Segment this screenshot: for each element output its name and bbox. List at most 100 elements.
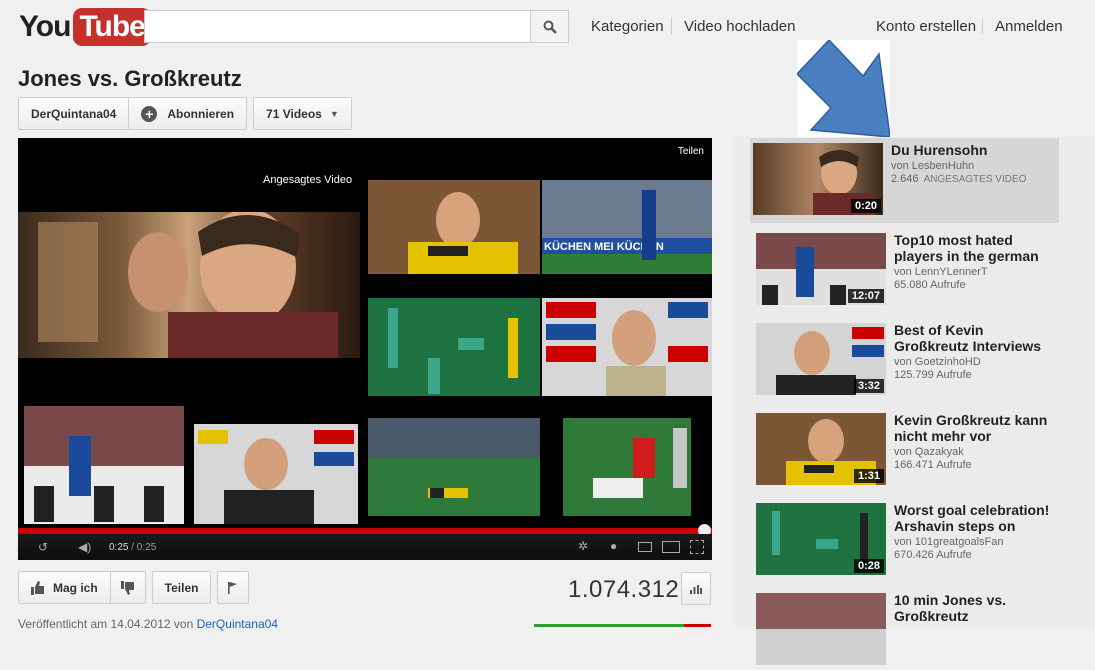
share-button[interactable]: Teilen <box>151 571 212 604</box>
duration-badge: 0:20 <box>850 199 881 213</box>
like-button[interactable]: Mag ich <box>18 571 110 604</box>
related-tile-foul[interactable] <box>368 418 540 516</box>
categories-link[interactable]: Kategorien <box>591 18 664 35</box>
featured-tag: ANGESAGTES VIDEO <box>923 174 1027 185</box>
uploader-link[interactable]: DerQuintana04 <box>197 617 278 631</box>
video-title[interactable]: Best of Kevin Großkreutz Interviews <box>894 322 1059 354</box>
related-tile-laughing[interactable] <box>368 180 540 274</box>
time-display: 0:25 / 0:25 <box>109 542 156 553</box>
related-tile-schalke[interactable]: KÜCHEN MEI KÜCHEN <box>542 180 712 274</box>
video-thumbnail: 12:07 <box>756 233 886 305</box>
related-video-item[interactable]: 12:07 Top10 most hated players in the ge… <box>753 228 1059 310</box>
masthead: You Tube Kategorien Video hochladen Kont… <box>0 0 1095 56</box>
player-laughing-image <box>368 180 540 274</box>
time-total: / 0:25 <box>131 542 157 553</box>
replay-icon[interactable]: ↺ <box>38 540 48 554</box>
published-info: Veröffentlicht am 14.04.2012 von DerQuin… <box>18 617 278 631</box>
video-player[interactable]: Teilen Angesagtes Video KÜCHEN MEI KÜCHE… <box>18 138 712 560</box>
player-share-link[interactable]: Teilen <box>678 146 704 157</box>
related-tile-hertha[interactable] <box>24 406 184 524</box>
channel-name-button[interactable]: DerQuintana04 <box>18 97 129 130</box>
gear-icon[interactable]: ✲ <box>578 539 588 553</box>
video-title: Jones vs. Großkreutz <box>18 66 242 91</box>
video-author: von 101greatgoalsFan <box>894 536 1004 548</box>
video-title[interactable]: 10 min Jones vs. Großkreutz <box>894 592 1059 624</box>
search-button[interactable] <box>530 10 569 43</box>
related-video-item[interactable]: 1:31 Kevin Großkreutz kann nicht mehr vo… <box>753 408 1059 490</box>
subscribe-label: Abonnieren <box>167 106 235 121</box>
video-title[interactable]: Kevin Großkreutz kann nicht mehr vor <box>894 412 1059 444</box>
time-current: 0:25 <box>109 542 129 553</box>
fullscreen-icon[interactable] <box>690 540 704 554</box>
video-thumbnail: 1:31 <box>756 413 886 485</box>
plus-icon: + <box>141 105 158 122</box>
dislike-button[interactable] <box>109 571 146 604</box>
annotations-icon[interactable]: ● <box>610 539 617 553</box>
related-tile-grosskreutz-interview[interactable] <box>194 424 358 524</box>
player-controls: ↺ ◀) 0:25 / 0:25 ✲ ● <box>18 534 712 560</box>
related-tile-interview[interactable] <box>542 298 712 396</box>
like-label: Mag ich <box>53 580 98 595</box>
video-thumbnail: 3:32 <box>756 323 886 395</box>
duration-badge: 0:28 <box>853 559 884 573</box>
duration-badge: 1:31 <box>853 469 884 483</box>
video-author: von LesbenHuhn <box>891 160 975 172</box>
video-thumbnail: 0:28 <box>756 503 886 575</box>
subscribe-button[interactable]: + Abonnieren <box>128 97 248 130</box>
search-input[interactable] <box>144 10 530 43</box>
interview-image <box>194 424 358 524</box>
upload-link[interactable]: Video hochladen <box>684 18 796 35</box>
video-info: Du Hurensohn von LesbenHuhn 2.646 ANGESA… <box>891 142 1056 185</box>
large-player-icon[interactable] <box>662 541 680 553</box>
pitch-players-image <box>368 298 540 396</box>
featured-video-tile[interactable] <box>18 212 360 358</box>
stadium-image: KÜCHEN MEI KÜCHEN <box>542 180 712 274</box>
flag-button[interactable] <box>217 571 250 604</box>
duration-badge: 3:32 <box>853 379 884 393</box>
related-video-item[interactable]: 0:20 Du Hurensohn von LesbenHuhn 2.646 A… <box>750 138 1059 223</box>
published-prefix: Veröffentlicht am 14.04.2012 von <box>18 617 194 631</box>
flag-icon <box>228 581 238 594</box>
pitch-foul-image <box>368 418 540 516</box>
search-icon <box>543 20 557 34</box>
videos-count-button[interactable]: 71 Videos ▼ <box>253 97 352 130</box>
thumbnail-image <box>756 593 886 665</box>
arrow-annotation <box>795 38 891 138</box>
arrow-down-right-icon <box>795 38 891 138</box>
related-tile-pitch[interactable] <box>368 298 540 396</box>
volume-icon[interactable]: ◀) <box>78 540 91 554</box>
create-account-link[interactable]: Konto erstellen <box>876 18 976 35</box>
related-videos-sidebar: 0:20 Du Hurensohn von LesbenHuhn 2.646 A… <box>735 137 1095 665</box>
stadium-player-image <box>24 406 184 524</box>
related-video-item[interactable]: 10 min Jones vs. Großkreutz <box>753 588 1059 670</box>
logo-tube-text: Tube <box>73 8 151 46</box>
small-player-icon[interactable] <box>638 542 652 552</box>
video-title[interactable]: Du Hurensohn <box>891 142 1056 158</box>
bar-chart-icon <box>690 584 702 594</box>
boy-face-image <box>38 212 338 358</box>
video-info: 10 min Jones vs. Großkreutz <box>894 592 1059 624</box>
video-views-line: 2.646 ANGESAGTES VIDEO <box>891 173 1056 185</box>
video-title[interactable]: Top10 most hated players in the german <box>894 232 1059 264</box>
stats-button[interactable] <box>681 572 711 605</box>
related-video-item[interactable]: 0:28 Worst goal celebration! Arshavin st… <box>753 498 1059 580</box>
video-info: Top10 most hated players in the german v… <box>894 232 1059 291</box>
chevron-down-icon: ▼ <box>329 108 339 119</box>
video-author: von LennYLennerT <box>894 266 988 278</box>
channel-subscribe-group: DerQuintana04 + Abonnieren <box>18 97 248 130</box>
channel-name: DerQuintana04 <box>31 106 117 121</box>
video-thumbnail <box>756 593 886 665</box>
video-title[interactable]: Worst goal celebration! Arshavin steps o… <box>894 502 1059 534</box>
related-video-item[interactable]: 3:32 Best of Kevin Großkreutz Interviews… <box>753 318 1059 400</box>
nav-divider <box>671 18 672 34</box>
youtube-logo[interactable]: You Tube <box>19 8 151 46</box>
share-label: Teilen <box>164 580 199 595</box>
videos-count-label: 71 Videos <box>266 106 322 121</box>
thumbs-up-icon <box>31 580 44 595</box>
view-count: 1.074.312 <box>568 576 680 603</box>
related-tile-arshavin[interactable] <box>563 418 691 516</box>
featured-video-label: Angesagtes Video <box>263 174 353 186</box>
sign-in-link[interactable]: Anmelden <box>995 18 1063 35</box>
video-views: 670.426 Aufrufe <box>894 549 972 561</box>
owner-bar: DerQuintana04 + Abonnieren 71 Videos ▼ <box>18 97 352 130</box>
